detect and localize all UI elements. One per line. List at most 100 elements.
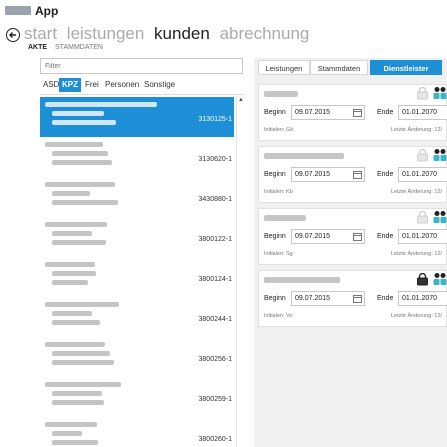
redacted-street bbox=[52, 391, 102, 396]
end-label: Ende bbox=[377, 233, 394, 240]
redacted-city bbox=[52, 320, 100, 325]
arrow-left-icon bbox=[9, 32, 16, 38]
customer-list: 3130125-1 3130620-1 3430880-1 3800122-1 … bbox=[40, 94, 245, 447]
last-change: Letzte Änderung: 12/ bbox=[391, 251, 443, 257]
end-label: Ende bbox=[377, 295, 394, 302]
sub-nav: AKTE STAMMDATEN bbox=[28, 44, 109, 51]
redacted-city bbox=[52, 400, 104, 405]
end-date-value: 01.01.2070 bbox=[402, 171, 438, 178]
provider-card[interactable]: Beginn 09.07.2015 Ende 01.01.2070 Initia… bbox=[258, 146, 447, 203]
begin-date-value: 09.07.2015 bbox=[295, 171, 331, 178]
begin-date-field[interactable]: 09.07.2015 bbox=[291, 291, 365, 306]
tab-personen[interactable]: Personen bbox=[102, 78, 142, 92]
detail-panel: Leistungen Stammdaten Dienstleister Begi… bbox=[254, 58, 447, 447]
end-date-field[interactable]: 01.01.2070 bbox=[398, 291, 447, 306]
calendar-icon[interactable] bbox=[353, 108, 362, 117]
tab-sonstige[interactable]: Sonstige bbox=[141, 78, 178, 92]
nav-abrechnung[interactable]: abrechnung bbox=[220, 24, 310, 43]
redacted-street bbox=[52, 231, 92, 236]
redacted-street bbox=[52, 351, 110, 356]
provider-card[interactable]: Beginn 09.07.2015 Ende 01.01.2070 Initia… bbox=[258, 208, 447, 265]
customer-number: 3130620-1 bbox=[198, 156, 232, 163]
nav-kunden[interactable]: kunden bbox=[154, 24, 210, 43]
begin-label: Beginn bbox=[264, 109, 286, 116]
people-icon[interactable] bbox=[432, 86, 447, 100]
end-date-value: 01.01.2070 bbox=[402, 233, 438, 240]
calendar-icon[interactable] bbox=[353, 232, 362, 241]
redacted-name bbox=[45, 262, 95, 267]
nav-start[interactable]: start bbox=[24, 24, 57, 43]
calendar-icon[interactable] bbox=[353, 170, 362, 179]
redacted-street bbox=[52, 111, 104, 116]
breadcrumb: start leistungen kunden abrechnung bbox=[24, 24, 314, 44]
redacted-provider-name bbox=[264, 215, 306, 221]
begin-date-value: 09.07.2015 bbox=[295, 233, 331, 240]
list-item[interactable]: 3800124-1 bbox=[40, 257, 234, 297]
tab-leistungen[interactable]: Leistungen bbox=[258, 60, 310, 75]
people-icon[interactable] bbox=[432, 210, 447, 224]
redacted-street bbox=[52, 271, 96, 276]
subnav-stammdaten[interactable]: STAMMDATEN bbox=[55, 44, 103, 51]
begin-date-field[interactable]: 09.07.2015 bbox=[291, 105, 365, 120]
redacted-city bbox=[52, 440, 98, 445]
lock-icon[interactable] bbox=[416, 149, 429, 162]
list-scrollbar[interactable]: ▲ bbox=[236, 94, 244, 447]
redacted-name bbox=[45, 102, 157, 107]
begin-label: Beginn bbox=[264, 295, 286, 302]
back-button[interactable] bbox=[6, 28, 20, 42]
initials: Initialen: Vo bbox=[264, 313, 293, 319]
calendar-icon[interactable] bbox=[353, 294, 362, 303]
provider-card[interactable]: Beginn 09.07.2015 Ende 01.01.2070 Initia… bbox=[258, 270, 447, 327]
end-label: Ende bbox=[377, 171, 394, 178]
redacted-name bbox=[45, 182, 115, 187]
customer-number: 3800244-1 bbox=[198, 316, 232, 323]
list-item[interactable]: 3800122-1 bbox=[40, 217, 234, 257]
filter-input[interactable] bbox=[40, 58, 243, 74]
customer-number: 3800122-1 bbox=[198, 236, 232, 243]
scroll-up-arrow-icon[interactable]: ▲ bbox=[238, 97, 244, 104]
list-item[interactable]: 3800256-1 bbox=[40, 337, 234, 377]
app-logo bbox=[5, 6, 31, 15]
end-date-value: 01.01.2070 bbox=[402, 109, 438, 116]
tab-kpz[interactable]: KPZ bbox=[59, 78, 81, 92]
redacted-provider-name bbox=[264, 153, 344, 159]
customer-list-panel: ASD KPZ Frei Personen Sonstige 3130125-1… bbox=[40, 58, 245, 447]
list-item[interactable]: 3800259-1 bbox=[40, 377, 234, 417]
last-change: Letzte Änderung: 12/ bbox=[391, 189, 443, 195]
redacted-name bbox=[45, 342, 105, 347]
begin-label: Beginn bbox=[264, 171, 286, 178]
list-item[interactable]: 3430880-1 bbox=[40, 177, 234, 217]
list-item[interactable]: 3130125-1 bbox=[40, 97, 234, 137]
provider-card[interactable]: Beginn 09.07.2015 Ende 01.01.2070 Initia… bbox=[258, 84, 447, 141]
tab-stammdaten[interactable]: Stammdaten bbox=[310, 60, 368, 75]
lock-icon[interactable] bbox=[416, 87, 429, 100]
last-change: Letzte Änderung: 12/ bbox=[391, 127, 443, 133]
customer-number: 3800259-1 bbox=[198, 396, 232, 403]
lock-icon[interactable] bbox=[416, 273, 429, 286]
begin-date-field[interactable]: 09.07.2015 bbox=[291, 167, 365, 182]
customer-number: 3800124-1 bbox=[198, 276, 232, 283]
list-item[interactable]: 3800260-1 bbox=[40, 417, 234, 447]
redacted-city bbox=[52, 120, 116, 125]
redacted-name bbox=[45, 422, 97, 427]
redacted-street bbox=[52, 151, 108, 156]
customer-number: 3430880-1 bbox=[198, 196, 232, 203]
people-icon[interactable] bbox=[432, 272, 447, 286]
initials: Initialen: Sg bbox=[264, 251, 293, 257]
list-item[interactable]: 3130620-1 bbox=[40, 137, 234, 177]
subnav-akte[interactable]: AKTE bbox=[28, 44, 47, 51]
app-title: App bbox=[35, 4, 59, 18]
redacted-street bbox=[52, 431, 82, 436]
end-date-field[interactable]: 01.01.2070 bbox=[398, 105, 447, 120]
redacted-city bbox=[52, 160, 112, 165]
end-date-field[interactable]: 01.01.2070 bbox=[398, 229, 447, 244]
begin-date-field[interactable]: 09.07.2015 bbox=[291, 229, 365, 244]
people-icon[interactable] bbox=[432, 148, 447, 162]
tab-frei[interactable]: Frei bbox=[82, 78, 102, 92]
lock-icon[interactable] bbox=[416, 211, 429, 224]
begin-date-value: 09.07.2015 bbox=[295, 109, 331, 116]
tab-dienstleister[interactable]: Dienstleister bbox=[370, 60, 442, 75]
nav-leistungen[interactable]: leistungen bbox=[67, 24, 145, 43]
end-date-field[interactable]: 01.01.2070 bbox=[398, 167, 447, 182]
list-item[interactable]: 3800244-1 bbox=[40, 297, 234, 337]
